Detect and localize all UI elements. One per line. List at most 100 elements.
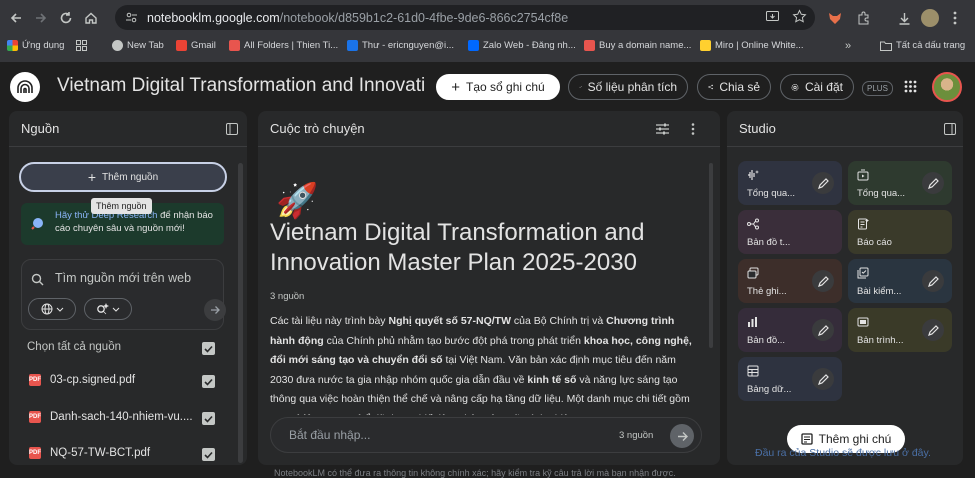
bookmark-star-icon[interactable] <box>792 9 807 24</box>
chat-input[interactable]: Bắt đầu nhập... <box>289 428 370 442</box>
share-button[interactable]: Chia sẻ <box>697 74 771 100</box>
source-item[interactable]: PDF NQ-57-TW-BCT.pdf <box>29 447 194 459</box>
settings-button[interactable]: Cài đặt <box>780 74 854 100</box>
plus-badge: PLUS <box>862 81 893 96</box>
domain-icon <box>584 40 595 51</box>
fox-extension-icon[interactable] <box>826 9 844 27</box>
select-all-label: Chọn tất cả nguồn <box>27 341 121 353</box>
summary-run: của Chính phủ nhằm tạo bước đột phá tron… <box>323 334 584 347</box>
download-icon[interactable] <box>895 9 913 27</box>
back-arrow-icon[interactable] <box>7 9 25 27</box>
flashcard-icon <box>747 267 759 279</box>
folder-app-icon <box>229 40 240 51</box>
collapse-panel-icon[interactable] <box>226 123 238 135</box>
studio-tile-flashcard[interactable]: Thẻ ghi... <box>738 259 842 303</box>
bookmark-label: Buy a domain name... <box>599 40 692 51</box>
edit-pencil-icon[interactable] <box>812 319 834 341</box>
plus-icon: + <box>87 169 97 185</box>
add-source-button[interactable]: + Thêm nguồn <box>19 162 227 192</box>
profile-avatar-icon[interactable] <box>921 9 939 27</box>
notebook-emoji: 🚀 <box>276 182 319 220</box>
studio-tile-quiz[interactable]: Bài kiểm... <box>848 259 952 303</box>
url-bar[interactable]: notebooklm.google.com/notebook/d859b1c2-… <box>115 5 815 30</box>
search-submit-button[interactable] <box>204 299 226 321</box>
research-icon <box>31 216 45 230</box>
notebook-title[interactable]: Vietnam Digital Transformation and Innov… <box>57 75 425 97</box>
edit-pencil-icon[interactable] <box>922 319 944 341</box>
bookmark-new-tab[interactable]: New Tab <box>112 40 164 51</box>
collapse-panel-icon[interactable] <box>944 123 956 135</box>
source-item[interactable]: PDF 03-cp.signed.pdf <box>29 374 194 386</box>
chat-more-icon[interactable] <box>691 123 695 135</box>
bookmark-label: Tất cả dấu trang <box>896 40 966 51</box>
send-button[interactable] <box>670 424 694 448</box>
create-notebook-label: Tạo sổ ghi chú <box>466 80 545 94</box>
studio-tile-mindmap[interactable]: Bản đồ t... <box>738 210 842 254</box>
analytics-button[interactable]: Số liệu phân tích <box>568 74 688 100</box>
site-settings-icon[interactable] <box>125 11 138 24</box>
web-search-input[interactable]: Tìm nguồn mới trên web <box>55 271 191 285</box>
studio-tile-report[interactable]: Báo cáo <box>848 210 952 254</box>
summary-run: của Bộ Chính trị và <box>511 315 607 327</box>
sources-panel: Nguồn + Thêm nguồn Hãy thử Deep Research … <box>9 111 247 465</box>
edit-pencil-icon[interactable] <box>812 368 834 390</box>
bookmark-all-folders[interactable]: All Folders | Thien Ti... <box>229 40 338 51</box>
studio-tile-video[interactable]: Tổng qua... <box>848 161 952 205</box>
source-item[interactable]: PDF Danh-sach-140-nhiem-vu.... <box>29 411 194 423</box>
reload-icon[interactable] <box>57 9 75 27</box>
bookmark-label: Zalo Web - Đăng nh... <box>483 40 576 51</box>
install-app-icon[interactable] <box>765 9 780 24</box>
notebook-heading: Vietnam Digital Transformation and Innov… <box>270 219 645 276</box>
bookmark-domain[interactable]: Buy a domain name... <box>584 40 691 51</box>
source-checkbox[interactable] <box>202 448 215 461</box>
quiz-icon <box>857 267 869 279</box>
infographic-icon <box>747 316 759 328</box>
chat-input-box[interactable]: Bắt đầu nhập... 3 nguồn <box>270 417 702 453</box>
web-source-dropdown[interactable] <box>28 298 76 320</box>
source-checkbox[interactable] <box>202 375 215 388</box>
sources-scrollbar[interactable] <box>238 163 243 463</box>
url-host: notebooklm.google.com <box>147 10 280 25</box>
source-count: 3 nguồn <box>270 291 305 302</box>
studio-tile-slides[interactable]: Bản trình... <box>848 308 952 352</box>
chevron-down-icon <box>112 307 120 312</box>
edit-pencil-icon[interactable] <box>812 172 834 194</box>
bookmark-apps[interactable]: Ứng dụng <box>7 40 64 51</box>
bookmarks-bar: Ứng dụng New Tab Gmail All Folders | Thi… <box>0 35 975 57</box>
arrow-right-icon <box>677 431 688 441</box>
extensions-puzzle-icon[interactable] <box>854 9 872 27</box>
studio-tile-datatable[interactable]: Bảng dữ... <box>738 357 842 401</box>
bookmark-grid[interactable] <box>76 40 87 51</box>
pdf-icon: PDF <box>29 374 41 386</box>
edit-pencil-icon[interactable] <box>812 270 834 292</box>
bookmark-zalo[interactable]: Zalo Web - Đăng nh... <box>468 40 576 51</box>
research-mode-dropdown[interactable] <box>84 298 132 320</box>
browser-menu-icon[interactable] <box>946 9 964 27</box>
forward-arrow-icon[interactable] <box>32 9 50 27</box>
chat-scrollbar[interactable] <box>709 163 713 348</box>
create-notebook-button[interactable]: + Tạo sổ ghi chú <box>436 74 560 100</box>
app-header: Vietnam Digital Transformation and Innov… <box>0 62 975 110</box>
apps-launcher-icon[interactable] <box>904 80 917 93</box>
bookmark-gmail[interactable]: Gmail <box>176 40 216 51</box>
studio-tile-audio-sparkle[interactable]: Tổng qua... <box>738 161 842 205</box>
bookmarks-overflow-icon[interactable]: » <box>845 40 851 52</box>
input-source-count: 3 nguồn <box>619 430 654 441</box>
home-icon[interactable] <box>82 9 100 27</box>
bookmark-outlook[interactable]: Thư - ericnguyen@i... <box>347 40 454 51</box>
plus-icon: + <box>451 78 461 96</box>
check-icon <box>204 451 213 459</box>
bookmark-all[interactable]: Tất cả dấu trang <box>880 40 965 51</box>
select-all-checkbox[interactable] <box>202 342 215 355</box>
studio-tile-infographic[interactable]: Bản đồ... <box>738 308 842 352</box>
chat-settings-icon[interactable] <box>656 123 669 135</box>
outlook-icon <box>347 40 358 51</box>
notebooklm-logo-icon[interactable] <box>10 72 40 102</box>
user-avatar[interactable] <box>932 72 962 102</box>
add-note-label: Thêm ghi chú <box>818 432 892 446</box>
bookmark-miro[interactable]: Miro | Online White... <box>700 40 804 51</box>
chevron-down-icon <box>56 307 63 312</box>
edit-pencil-icon[interactable] <box>922 270 944 292</box>
source-checkbox[interactable] <box>202 412 215 425</box>
edit-pencil-icon[interactable] <box>922 172 944 194</box>
